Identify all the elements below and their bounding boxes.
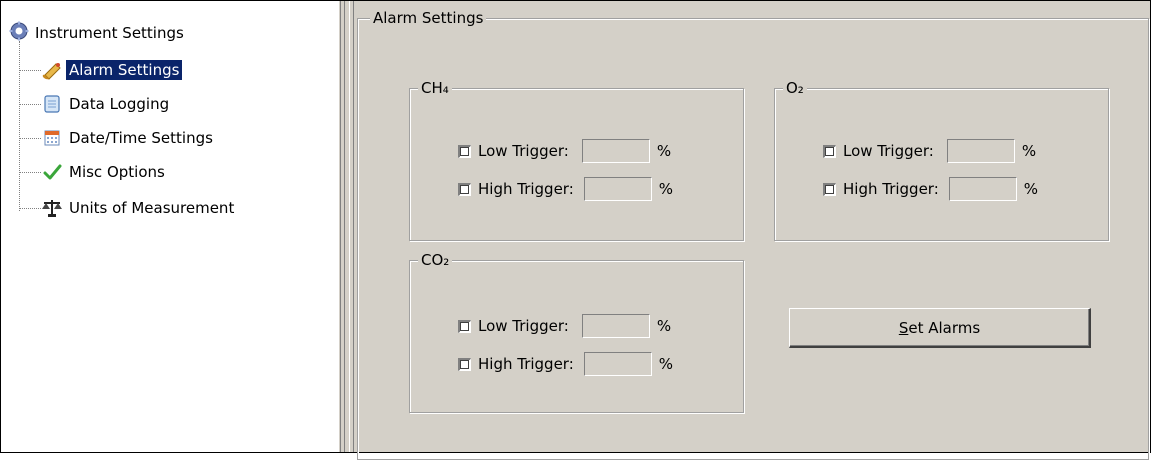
- calendar-icon: [41, 127, 63, 149]
- ch4-low-trigger-unit: %: [656, 142, 672, 160]
- o2-high-trigger-checkbox[interactable]: High Trigger:: [823, 180, 939, 198]
- tree-root-instrument-settings[interactable]: Instrument Settings: [9, 21, 184, 44]
- o2-low-trigger-field[interactable]: [946, 139, 1015, 163]
- tree-connector: [19, 69, 41, 71]
- tree-item-label: Alarm Settings: [64, 59, 184, 81]
- tree-item-date-time-settings[interactable]: Date/Time Settings: [19, 126, 216, 150]
- o2-high-trigger-unit: %: [1023, 180, 1039, 198]
- ch4-group-title: CH₄: [418, 78, 452, 98]
- tree-connector: [19, 103, 41, 105]
- notebook-icon: [41, 93, 63, 115]
- checkbox-box[interactable]: [458, 144, 471, 158]
- co2-low-trigger-checkbox[interactable]: Low Trigger:: [458, 317, 569, 335]
- ch4-low-trigger-field[interactable]: [581, 139, 650, 163]
- set-alarms-mnemonic: S: [898, 318, 909, 337]
- tree-root-label: Instrument Settings: [35, 24, 184, 42]
- pane-splitter[interactable]: [339, 1, 347, 452]
- tree-item-label: Date/Time Settings: [69, 129, 213, 147]
- alarm-settings-panel: Alarm Settings CH₄ Low Trigger: % High T…: [347, 1, 1150, 460]
- ch4-low-trigger-label: Low Trigger:: [478, 142, 569, 160]
- co2-low-trigger-row: Low Trigger: %: [458, 313, 671, 339]
- tree-item-data-logging[interactable]: Data Logging: [19, 92, 172, 116]
- set-alarms-button[interactable]: Set Alarms: [789, 308, 1091, 348]
- tree-item-alarm-settings[interactable]: Alarm Settings: [19, 58, 184, 82]
- ch4-low-trigger-row: Low Trigger: %: [458, 138, 671, 164]
- set-alarms-label: et Alarms: [908, 318, 981, 337]
- tree-item-label: Data Logging: [69, 95, 170, 113]
- tree-item-label: Misc Options: [69, 163, 165, 181]
- tree-connector: [19, 207, 41, 209]
- o2-group: O₂ Low Trigger: % High Trigger: %: [774, 78, 1109, 241]
- tree-item-misc-options[interactable]: Misc Options: [19, 160, 168, 184]
- o2-high-trigger-label: High Trigger:: [843, 180, 939, 198]
- ch4-high-trigger-checkbox[interactable]: High Trigger:: [458, 180, 574, 198]
- panel-edge: [353, 1, 354, 452]
- ch4-high-trigger-row: High Trigger: %: [458, 176, 673, 202]
- tree-connector: [19, 137, 41, 139]
- co2-high-trigger-unit: %: [658, 355, 674, 373]
- checkbox-box[interactable]: [823, 182, 836, 196]
- o2-low-trigger-row: Low Trigger: %: [823, 138, 1036, 164]
- splitter-edge: [340, 1, 341, 452]
- checkbox-box[interactable]: [458, 319, 471, 333]
- bell-icon: [41, 59, 63, 81]
- o2-low-trigger-unit: %: [1021, 142, 1037, 160]
- checkbox-box[interactable]: [458, 357, 471, 371]
- ch4-group: CH₄ Low Trigger: % High Trigger: %: [409, 78, 744, 241]
- co2-high-trigger-row: High Trigger: %: [458, 351, 673, 377]
- co2-low-trigger-unit: %: [656, 317, 672, 335]
- co2-group-title: CO₂: [418, 250, 453, 270]
- o2-high-trigger-row: High Trigger: %: [823, 176, 1038, 202]
- o2-low-trigger-label: Low Trigger:: [843, 142, 934, 160]
- tree-item-label: Units of Measurement: [69, 199, 235, 217]
- alarm-settings-title: Alarm Settings: [370, 8, 487, 28]
- co2-high-trigger-label: High Trigger:: [478, 355, 574, 373]
- ch4-low-trigger-checkbox[interactable]: Low Trigger:: [458, 142, 569, 160]
- ch4-high-trigger-unit: %: [658, 180, 674, 198]
- tree-connector: [19, 171, 41, 173]
- co2-low-trigger-field[interactable]: [581, 314, 650, 338]
- scale-icon: [41, 197, 63, 219]
- panel-edge: [349, 1, 350, 452]
- checkmark-icon: [41, 161, 63, 183]
- checkbox-box[interactable]: [823, 144, 836, 158]
- ch4-high-trigger-field[interactable]: [583, 177, 652, 201]
- o2-group-title: O₂: [783, 78, 807, 98]
- co2-high-trigger-checkbox[interactable]: High Trigger:: [458, 355, 574, 373]
- co2-group: CO₂ Low Trigger: % High Trigger: %: [409, 250, 744, 413]
- ch4-high-trigger-label: High Trigger:: [478, 180, 574, 198]
- splitter-edge: [344, 1, 345, 452]
- checkbox-box[interactable]: [458, 182, 471, 196]
- o2-high-trigger-field[interactable]: [948, 177, 1017, 201]
- tree-item-units-of-measurement[interactable]: Units of Measurement: [19, 196, 237, 220]
- settings-tree[interactable]: Instrument Settings Alarm Settings Data …: [1, 1, 339, 452]
- co2-high-trigger-field[interactable]: [583, 352, 652, 376]
- o2-low-trigger-checkbox[interactable]: Low Trigger:: [823, 142, 934, 160]
- co2-low-trigger-label: Low Trigger:: [478, 317, 569, 335]
